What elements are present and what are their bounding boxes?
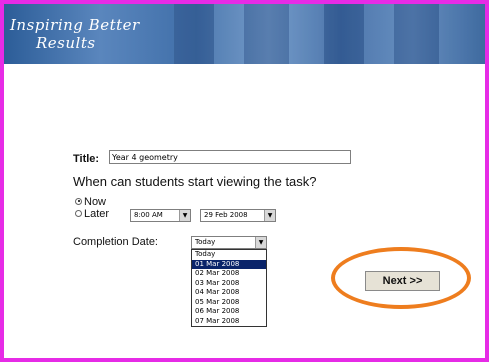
later-time-value: 8:00 AM — [134, 211, 163, 219]
dropdown-option[interactable]: 07 Mar 2008 — [192, 317, 266, 327]
dropdown-option[interactable]: 03 Mar 2008 — [192, 279, 266, 289]
dropdown-option[interactable]: 06 Mar 2008 — [192, 307, 266, 317]
chevron-down-icon[interactable]: ▼ — [255, 237, 266, 248]
dropdown-option-selected[interactable]: 01 Mar 2008 — [192, 259, 266, 269]
title-input[interactable]: Year 4 geometry — [109, 150, 351, 164]
header-banner: Inspiring Better Results — [4, 4, 485, 64]
radio-now-label: Now — [84, 196, 107, 208]
dropdown-option[interactable]: Today — [192, 250, 266, 260]
dropdown-option[interactable]: 04 Mar 2008 — [192, 288, 266, 298]
radio-now[interactable] — [75, 197, 82, 205]
completion-date-select[interactable]: Today ▼ — [191, 236, 267, 249]
logo-text-line1: Inspiring Better — [10, 16, 140, 34]
later-date-value: 29 Feb 2008 — [204, 211, 248, 219]
completion-date-dropdown[interactable]: Today 01 Mar 2008 02 Mar 2008 03 Mar 200… — [191, 249, 267, 327]
chevron-down-icon[interactable]: ▼ — [264, 210, 275, 221]
radio-now-row[interactable]: Now — [75, 196, 106, 208]
start-viewing-question: When can students start viewing the task… — [73, 174, 317, 189]
highlight-ring — [331, 247, 471, 309]
radio-later-label: Later — [84, 208, 110, 220]
logo-text-line2: Results — [36, 34, 96, 52]
radio-later[interactable] — [75, 209, 82, 217]
completion-date-label: Completion Date: — [73, 236, 158, 248]
later-time-select[interactable]: 8:00 AM ▼ — [130, 209, 191, 222]
title-label: Title: — [73, 153, 100, 165]
chevron-down-icon[interactable]: ▼ — [179, 210, 190, 221]
dropdown-option[interactable]: 02 Mar 2008 — [192, 269, 266, 279]
dropdown-option[interactable]: 05 Mar 2008 — [192, 298, 266, 308]
completion-date-value: Today — [195, 238, 216, 246]
later-date-select[interactable]: 29 Feb 2008 ▼ — [200, 209, 276, 222]
radio-later-row[interactable]: Later — [75, 208, 109, 220]
